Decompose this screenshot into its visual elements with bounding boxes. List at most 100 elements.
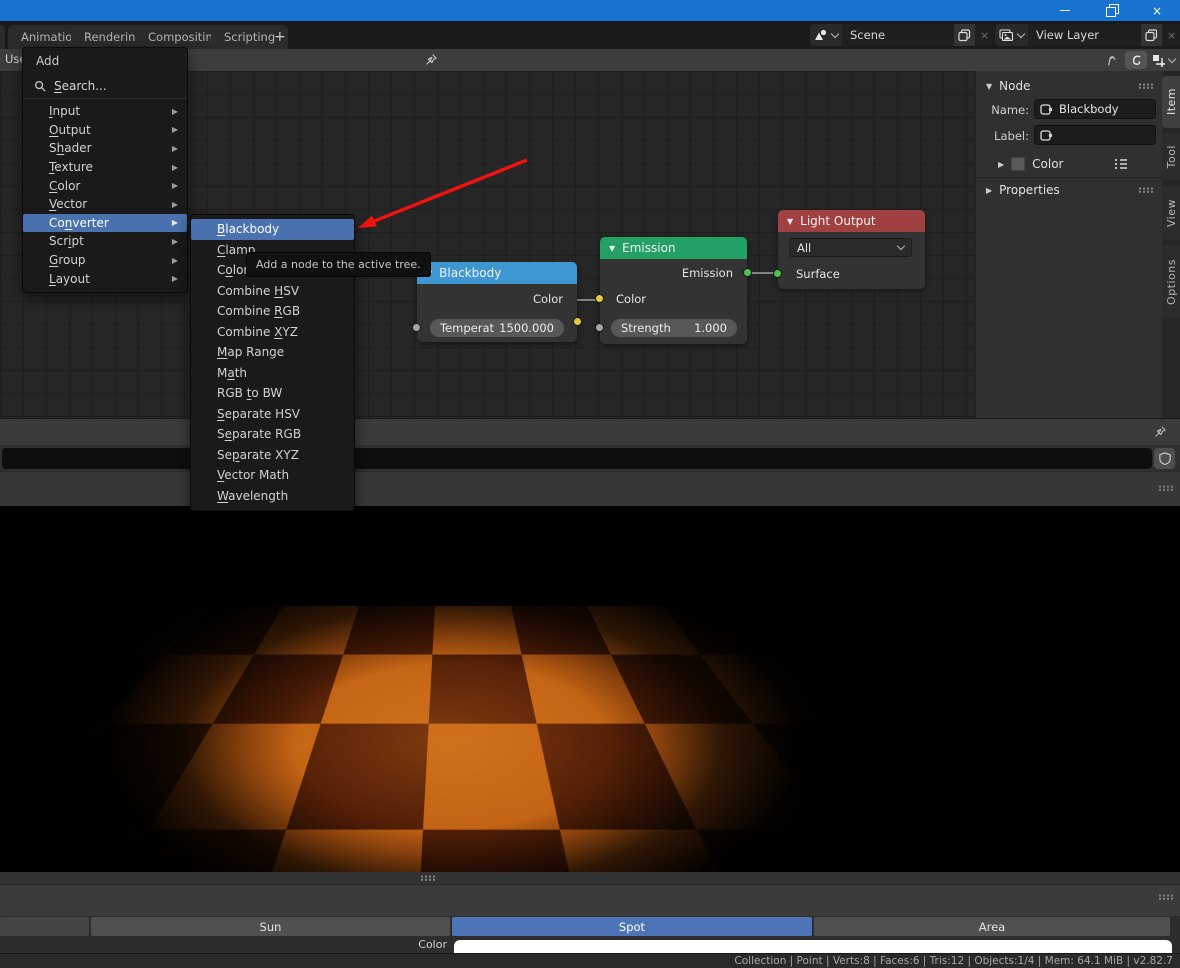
submenu-item-vector-math[interactable]: Vector Math <box>191 465 354 486</box>
temperature-input-socket[interactable] <box>412 323 421 332</box>
tab-tool[interactable]: Tool <box>1162 134 1180 180</box>
render-viewport[interactable] <box>0 506 1180 872</box>
snapping-button[interactable] <box>1125 51 1147 69</box>
view-layer-icon-dropdown[interactable] <box>995 24 1028 46</box>
color-checkbox[interactable] <box>1011 157 1026 171</box>
plus-icon: + <box>274 29 286 45</box>
submenu-item-combine-rgb[interactable]: Combine RGB <box>191 301 354 322</box>
menu-item-search[interactable]: Search... <box>23 74 187 99</box>
view-layer-remove-button[interactable]: × <box>1162 24 1180 46</box>
search-icon <box>35 81 46 92</box>
workspace-tab-partial[interactable] <box>0 25 5 49</box>
submenu-arrow-icon: ▶ <box>171 236 178 246</box>
pin-icon[interactable] <box>420 51 442 69</box>
expand-icon[interactable]: ▶ <box>998 160 1004 169</box>
scene-unlink-button[interactable]: × <box>975 24 995 46</box>
tab-label: Compositing <box>148 30 221 44</box>
pin-icon[interactable] <box>1149 423 1171 441</box>
target-dropdown[interactable]: All <box>789 238 912 257</box>
submenu-item-map-range[interactable]: Map Range <box>191 342 354 363</box>
light-output-node[interactable]: ▼ Light Output All Surface <box>773 210 925 289</box>
parent-node-tree-button[interactable] <box>1101 51 1123 69</box>
tab-view[interactable]: View <box>1162 186 1180 240</box>
emission-output-socket[interactable] <box>743 268 752 277</box>
list-icon[interactable] <box>1113 157 1129 171</box>
menu-item-output[interactable]: Output ▶ <box>23 121 187 140</box>
view-layer-copy-button[interactable] <box>1141 24 1162 46</box>
submenu-item-separate-rgb[interactable]: Separate RGB <box>191 424 354 445</box>
menu-item-input[interactable]: Input ▶ <box>23 102 187 121</box>
temperature-field[interactable]: Temperat 1500.000 <box>430 319 564 337</box>
menu-item-texture[interactable]: Texture ▶ <box>23 158 187 177</box>
blackbody-node[interactable]: ▼ Blackbody Color Temperat 1500.000 <box>412 262 582 342</box>
emission-node-header[interactable]: ▼ Emission <box>600 237 747 259</box>
strength-input-socket[interactable] <box>595 323 604 332</box>
color-output-row[interactable]: ▶ Color <box>976 153 1163 175</box>
label-field[interactable] <box>1034 125 1156 145</box>
strip-grip[interactable] <box>1158 894 1173 900</box>
light-type-button-spot[interactable]: Spot <box>452 917 812 936</box>
collapse-icon[interactable]: ▼ <box>609 244 615 253</box>
menu-item-layout[interactable]: Layout ▶ <box>23 269 187 288</box>
strip-grip[interactable] <box>1158 485 1173 491</box>
view-layer-name-field[interactable]: View Layer <box>1028 24 1141 46</box>
overlays-dropdown[interactable] <box>1148 51 1178 69</box>
add-workspace-button[interactable]: + <box>266 25 294 49</box>
menu-item-shader[interactable]: Shader ▶ <box>23 139 187 158</box>
submenu-item-combine-hsv[interactable]: Combine HSV <box>191 281 354 302</box>
color-swatch[interactable] <box>454 940 1172 954</box>
add-menu-title: Add <box>36 54 60 68</box>
menu-item-script[interactable]: Script ▶ <box>23 232 187 251</box>
properties-panel-header[interactable]: ▶ Properties <box>976 179 1163 201</box>
submenu-arrow-icon: ▶ <box>171 143 178 153</box>
menu-item-group[interactable]: Group ▶ <box>23 251 187 270</box>
viewport-resize-strip[interactable] <box>0 872 1180 884</box>
light-type-button-sun[interactable]: Sun <box>91 917 450 936</box>
panel-grip[interactable] <box>1138 83 1153 89</box>
arrow-up-icon <box>1107 55 1116 66</box>
submenu-item-separate-xyz[interactable]: Separate XYZ <box>191 445 354 466</box>
menu-item-color[interactable]: Color ▶ <box>23 176 187 195</box>
close-button[interactable]: × <box>1134 0 1180 21</box>
panel-grip[interactable] <box>1138 187 1153 193</box>
path-field[interactable] <box>2 448 1152 469</box>
tab-item[interactable]: Item <box>1162 76 1180 128</box>
light-output-node-header[interactable]: ▼ Light Output <box>778 210 925 232</box>
submenu-item-separate-hsv[interactable]: Separate HSV <box>191 404 354 425</box>
fake-user-button[interactable] <box>1154 448 1175 469</box>
light-type-button-area[interactable]: Area <box>814 917 1170 936</box>
submenu-item-combine-xyz[interactable]: Combine XYZ <box>191 322 354 343</box>
submenu-item-wavelength[interactable]: Wavelength <box>191 486 354 507</box>
strip-grip[interactable] <box>420 875 435 881</box>
scene-name-field[interactable]: Scene <box>842 24 954 46</box>
restore-button[interactable] <box>1088 0 1134 21</box>
light-type-button-partial[interactable] <box>0 917 89 936</box>
dropdown-value: All <box>797 240 812 255</box>
submenu-item-blackbody[interactable]: Blackbody <box>191 219 354 240</box>
blackbody-node-header[interactable]: ▼ Blackbody <box>417 262 577 284</box>
color-output-socket[interactable] <box>573 317 582 326</box>
collapse-icon[interactable]: ▼ <box>787 217 793 226</box>
emission-node[interactable]: ▼ Emission Emission Color Strength 1.000 <box>595 237 752 344</box>
submenu-item-rgb-to-bw[interactable]: RGB to BW <box>191 383 354 404</box>
submenu-arrow-icon: ▶ <box>171 255 178 265</box>
surface-input-socket[interactable] <box>773 269 782 278</box>
submenu-item-math[interactable]: Math <box>191 363 354 384</box>
node-panel-header[interactable]: ▼ Node <box>976 75 1163 97</box>
chevron-down-icon <box>830 29 840 38</box>
node-icon <box>1040 129 1053 141</box>
submenu-arrow-icon: ▶ <box>171 274 178 284</box>
color-input-socket[interactable] <box>595 294 604 303</box>
title-bar: × <box>0 0 1180 21</box>
name-field[interactable]: Blackbody <box>1034 99 1156 119</box>
submenu-arrow-icon: ▶ <box>171 199 178 209</box>
minimize-button[interactable] <box>1042 0 1088 21</box>
menu-item-converter[interactable]: Converter ▶ <box>23 213 187 233</box>
scene-copy-button[interactable] <box>954 24 975 46</box>
tab-options[interactable]: Options <box>1162 246 1180 318</box>
node-title: Light Output <box>800 214 876 228</box>
chevron-down-icon <box>1167 54 1176 63</box>
scene-icon-dropdown[interactable] <box>810 24 842 46</box>
strength-field[interactable]: Strength 1.000 <box>611 319 737 337</box>
menu-item-vector[interactable]: Vector ▶ <box>23 195 187 214</box>
